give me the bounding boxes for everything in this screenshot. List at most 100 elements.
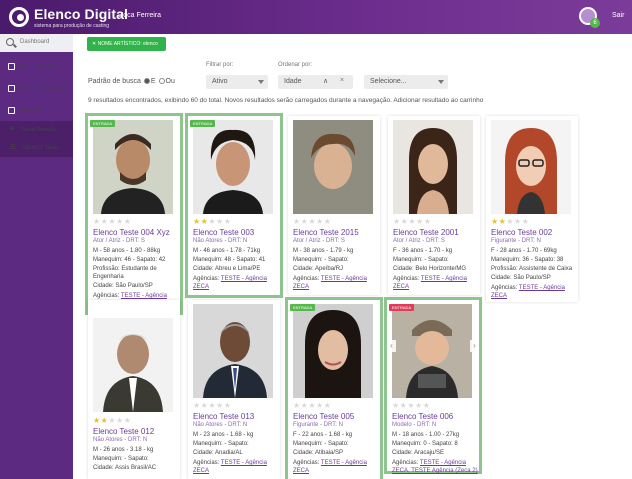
filter-chip[interactable]: ✕ NOME ARTÍSTICO: elenco <box>87 37 166 51</box>
talent-card[interactable]: ENTRADA ★★★★★ Elenco Teste 004 Xyz Ator … <box>85 113 183 315</box>
rating-stars[interactable]: ★★★★★ <box>491 217 529 226</box>
talent-sizes: Manequim: 46 - Sapato: 42 <box>93 257 166 263</box>
sidebar-item-bookers[interactable]: Acesso Bookers <box>0 58 73 76</box>
rating-stars[interactable]: ★★★★★ <box>93 217 131 226</box>
talent-card[interactable]: ★★★★★ Elenco Teste 2015 Ator / Atriz - D… <box>288 116 380 295</box>
talent-name[interactable]: Elenco Teste 003 <box>193 228 254 237</box>
sidebar-item-label: Acesso Bookers <box>20 64 60 70</box>
app-logo-icon <box>9 7 29 27</box>
talent-stats: F - 28 anos - 1.70 - 69kg <box>491 248 557 254</box>
radio-or[interactable] <box>158 78 165 84</box>
talent-card[interactable]: ENTRADA ★★★★★ Elenco Teste 005 Figurante… <box>285 297 383 479</box>
talent-photo[interactable] <box>93 318 173 412</box>
results-info: 9 resultados encontrados, exibindo 60 do… <box>88 97 484 104</box>
talent-category: Não Atores - DRT: N <box>193 238 248 244</box>
top-bar: Elenco Digital sistema para produção de … <box>0 0 632 34</box>
sidebar-search-label[interactable]: Dashboard <box>20 39 49 45</box>
user-avatar[interactable]: 6 <box>579 7 600 28</box>
notification-badge[interactable]: 6 <box>590 18 600 28</box>
agency-label: Agências: <box>392 460 419 466</box>
talent-city: Cidade: Abreu e Lima/PE <box>193 266 261 272</box>
sidebar-item-nova-selecao[interactable]: + Nova Seleção <box>0 121 73 139</box>
talent-card[interactable]: ★★★★★ Elenco Teste 013 Não Atores - DRT:… <box>188 300 280 479</box>
rating-stars[interactable]: ★★★★★ <box>392 401 430 410</box>
sidebar-item-selecoes[interactable]: Seleções <box>0 102 73 120</box>
clear-order-button[interactable]: × <box>340 77 344 84</box>
agency-label: Agências: <box>293 276 320 282</box>
app-title: Elenco Digital <box>34 6 128 22</box>
filter-chip-label: NOME ARTÍSTICO: elenco <box>97 41 158 47</box>
talent-photo[interactable] <box>491 120 571 214</box>
talent-photo[interactable] <box>392 304 472 398</box>
talent-profession: Profissão: Assistente de Caixa <box>491 266 573 272</box>
agency-label: Agências: <box>93 293 120 299</box>
talent-agencies: Agências: TESTE - Agência ZECA <box>293 275 377 291</box>
talent-profession: Profissão: Estudante de <box>93 266 157 272</box>
talent-card[interactable]: ★★★★★ Elenco Teste 012 Não Atores - DRT:… <box>88 300 180 479</box>
sidebar-item-select-teste[interactable]: ☰ SELECT Teste <box>0 139 73 157</box>
rating-stars[interactable]: ★★★★★ <box>93 416 131 425</box>
extra-select[interactable]: Selecione... <box>364 75 448 89</box>
talent-stats: F - 36 anos - 1.70 - kg <box>393 248 453 254</box>
talent-stats: F - 22 anos - 1.68 - kg <box>293 432 353 438</box>
sidebar-item-label: SELECT Teste <box>22 145 58 151</box>
talent-card[interactable]: ENTRADA ★★★★★ Elenco Teste 003 Não Atore… <box>185 113 283 298</box>
sort-direction-button[interactable]: ∧ <box>323 77 328 85</box>
radio-or-label: Ou <box>165 78 175 85</box>
talent-city: Cidade: Belo Horizonte/MG <box>393 266 467 272</box>
talent-name[interactable]: Elenco Teste 006 <box>392 412 453 421</box>
user-name[interactable]: Zoca Ferreira <box>119 12 161 19</box>
talent-card[interactable]: ENTRADA ‹ › ★★★★★ Elenco Teste 006 Model… <box>384 297 482 474</box>
chevron-down-icon <box>258 80 264 84</box>
photo-next-button[interactable]: › <box>470 340 479 352</box>
talent-agencies: Agências: TESTE - Agência ZECA <box>193 459 277 475</box>
talent-name[interactable]: Elenco Teste 2001 <box>393 228 459 237</box>
filter-label: Filtrar por: <box>206 62 234 68</box>
talent-agencies: Agências: TESTE - Agência ZECA <box>491 284 575 300</box>
talent-name[interactable]: Elenco Teste 005 <box>293 412 354 421</box>
filter-select[interactable]: Ativo <box>206 75 268 89</box>
talent-category: Não Atores - DRT: N <box>93 437 148 443</box>
agency-label: Agências: <box>393 276 420 282</box>
sidebar-search[interactable]: Dashboard <box>0 34 73 52</box>
talent-name[interactable]: Elenco Teste 013 <box>193 412 254 421</box>
talent-photo[interactable] <box>93 120 173 214</box>
rating-stars[interactable]: ★★★★★ <box>293 217 331 226</box>
talent-photo[interactable] <box>293 120 373 214</box>
rating-stars[interactable]: ★★★★★ <box>193 401 231 410</box>
talent-sizes: Manequim: 0 - Sapato: 8 <box>392 441 458 447</box>
photo-prev-button[interactable]: ‹ <box>387 340 396 352</box>
talent-category: Figurante - DRT: N <box>491 238 541 244</box>
talent-city: Cidade: Anadia/AL <box>193 450 243 456</box>
talent-photo[interactable] <box>293 304 373 398</box>
talent-agencies: Agências: TESTE - Agência ZECA, TESTE Ag… <box>392 459 478 475</box>
radio-and[interactable] <box>143 78 150 84</box>
talent-name[interactable]: Elenco Teste 004 Xyz <box>93 228 170 237</box>
rating-stars[interactable]: ★★★★★ <box>193 217 231 226</box>
talent-photo[interactable] <box>193 304 273 398</box>
talent-name[interactable]: Elenco Teste 012 <box>93 427 154 436</box>
talent-name[interactable]: Elenco Teste 002 <box>491 228 552 237</box>
talent-stats: M - 46 anos - 1.78 - 71kg <box>193 248 261 254</box>
status-badge: ENTRADA <box>190 120 216 127</box>
folder-icon <box>8 107 15 114</box>
talent-card[interactable]: ★★★★★ Elenco Teste 2001 Ator / Atriz - D… <box>388 116 480 295</box>
status-badge: ENTRADA <box>90 120 116 127</box>
talent-name[interactable]: Elenco Teste 2015 <box>293 228 359 237</box>
rating-stars[interactable]: ★★★★★ <box>393 217 431 226</box>
talent-sizes: Manequim: 48 - Sapato: 41 <box>193 257 266 263</box>
search-mode-label: Padrão de busca <box>88 78 141 85</box>
talent-photo[interactable] <box>393 120 473 214</box>
agency-label: Agências: <box>193 276 220 282</box>
talent-city: Cidade: Atibaia/SP <box>293 450 344 456</box>
sidebar-item-produtores[interactable]: Lista de Produtores <box>0 80 73 98</box>
talent-card[interactable]: ★★★★★ Elenco Teste 002 Figurante - DRT: … <box>486 116 578 302</box>
logout-link[interactable]: Sair <box>612 12 624 19</box>
filter-select-value: Ativo <box>212 78 228 85</box>
talent-city: Cidade: São Paulo/SP <box>491 275 551 281</box>
agency-label: Agências: <box>293 460 320 466</box>
sidebar-item-label: Seleções <box>20 108 43 114</box>
rating-stars[interactable]: ★★★★★ <box>293 401 331 410</box>
talent-city: Cidade: Aracaju/SE <box>392 450 445 456</box>
talent-photo[interactable] <box>193 120 273 214</box>
